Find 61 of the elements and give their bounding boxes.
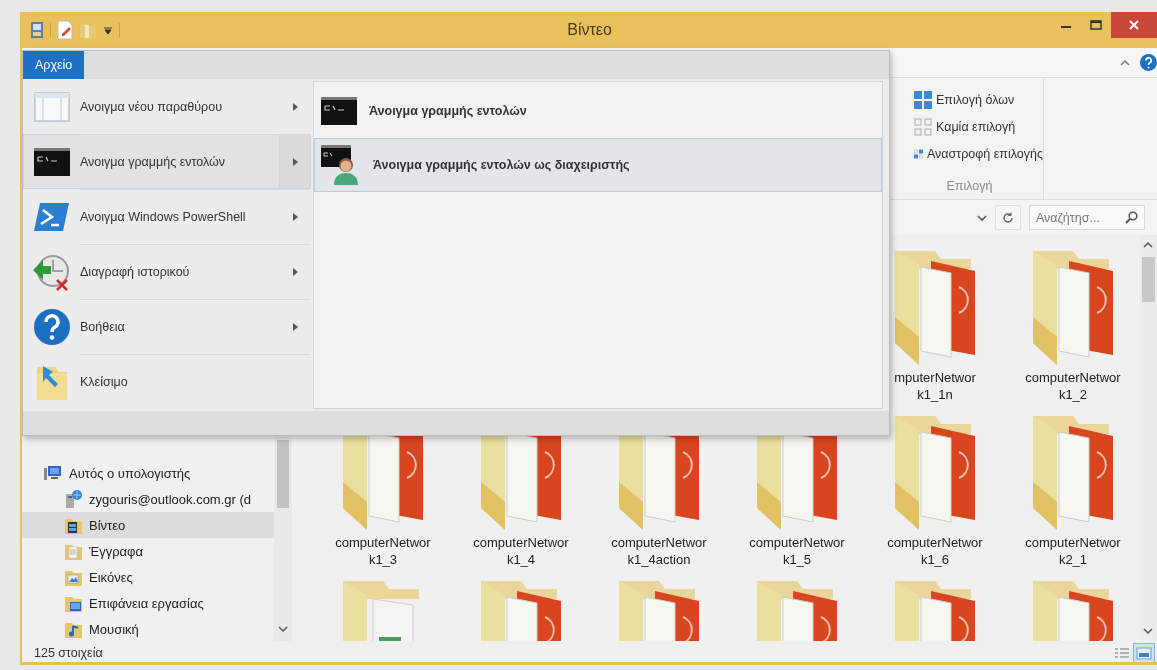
powershell-icon — [34, 201, 70, 232]
computer-icon — [44, 463, 63, 483]
chevron-up-icon[interactable] — [1143, 241, 1153, 249]
large-icons-view-icon — [1136, 646, 1152, 660]
window-icon — [34, 91, 70, 122]
menu-item[interactable]: Ανοιγμα νέου παραθύρου — [23, 79, 311, 134]
file-name: computerNetwor k1_5 — [749, 534, 845, 568]
nav-item[interactable]: zygouris@outlook.com.gr (d — [22, 486, 274, 512]
submenu-item[interactable]: Άνοιγμα γραμμής εντολών ως διαχειριστής — [314, 138, 882, 192]
file-tab[interactable]: Αρχείο — [23, 51, 85, 79]
menu-item[interactable]: Κλείσιμο — [23, 354, 311, 409]
nav-item[interactable]: Βίντεο — [22, 512, 274, 538]
file-name: computerNetwor k1_3 — [335, 534, 431, 568]
item-count: 125 στοιχεία — [34, 646, 104, 660]
dropdown-icon[interactable] — [103, 25, 113, 35]
chevron-down-icon[interactable] — [278, 625, 288, 633]
admin-command-prompt-icon — [321, 145, 361, 185]
nav-item[interactable]: Αυτός ο υπολογιστής — [22, 460, 274, 486]
scrollbar-thumb[interactable] — [1142, 257, 1155, 302]
nav-item[interactable]: Έγγραφα — [22, 538, 274, 564]
group-label: Επιλογή — [945, 179, 994, 193]
help-icon[interactable] — [1140, 54, 1157, 71]
nav-item[interactable]: Εικόνες — [22, 564, 274, 590]
menu-item[interactable]: Ανοιγμα Windows PowerShell — [23, 189, 311, 244]
collapse-ribbon-icon[interactable] — [1120, 58, 1130, 67]
select-all-icon — [914, 90, 932, 109]
close-button[interactable] — [1111, 12, 1157, 38]
chevron-down-icon[interactable] — [977, 213, 987, 222]
search-icon — [1125, 211, 1138, 224]
file-name: computerNetwor k1_6 — [887, 534, 983, 568]
command-prompt-icon — [34, 147, 70, 176]
document-icon[interactable] — [57, 20, 73, 40]
properties-icon[interactable] — [30, 21, 44, 39]
file-name: computerNetwor k2_1 — [1025, 534, 1121, 568]
submenu-item[interactable]: Άνοιγμα γραμμής εντολών — [314, 84, 882, 138]
menu-item[interactable]: Βοήθεια — [23, 299, 311, 354]
refresh-button[interactable] — [995, 205, 1021, 230]
refresh-icon — [1002, 211, 1014, 224]
file-name: computerNetwor k1_4 — [473, 534, 569, 568]
ribbon-button[interactable]: Αναστροφή επιλογής — [914, 140, 1043, 167]
close-icon — [1129, 20, 1139, 30]
help-icon — [33, 307, 71, 346]
menu-item[interactable]: Διαγραφή ιστορικού — [23, 244, 311, 299]
ribbon-button[interactable]: Καμία επιλογή — [914, 113, 1043, 140]
select-none-icon — [914, 117, 932, 136]
window-title: Βίντεο — [567, 21, 612, 39]
maximize-icon — [1090, 20, 1102, 30]
large-icons-view-button[interactable] — [1133, 643, 1155, 662]
search-field[interactable]: Αναζήτησ... — [1029, 205, 1145, 230]
nav-item[interactable]: Μουσική — [22, 616, 274, 642]
command-prompt-icon — [321, 97, 357, 125]
details-view-icon — [1114, 646, 1130, 660]
menu-item[interactable]: Ανοιγμα γραμμής εντολών — [23, 134, 311, 189]
file-name: computerNetwor k1_4action — [611, 534, 707, 568]
file-name: computerNetwor k1_2 — [1025, 369, 1121, 403]
scrollbar-thumb[interactable] — [277, 440, 289, 508]
chevron-down-icon[interactable] — [1143, 627, 1153, 635]
file-name: mputerNetwor k1_1n — [894, 369, 976, 403]
nav-item[interactable]: Επιφάνεια εργασίας — [22, 590, 274, 616]
ribbon-button[interactable]: Επιλογή όλων — [914, 86, 1043, 113]
network-drive-icon — [64, 489, 83, 509]
